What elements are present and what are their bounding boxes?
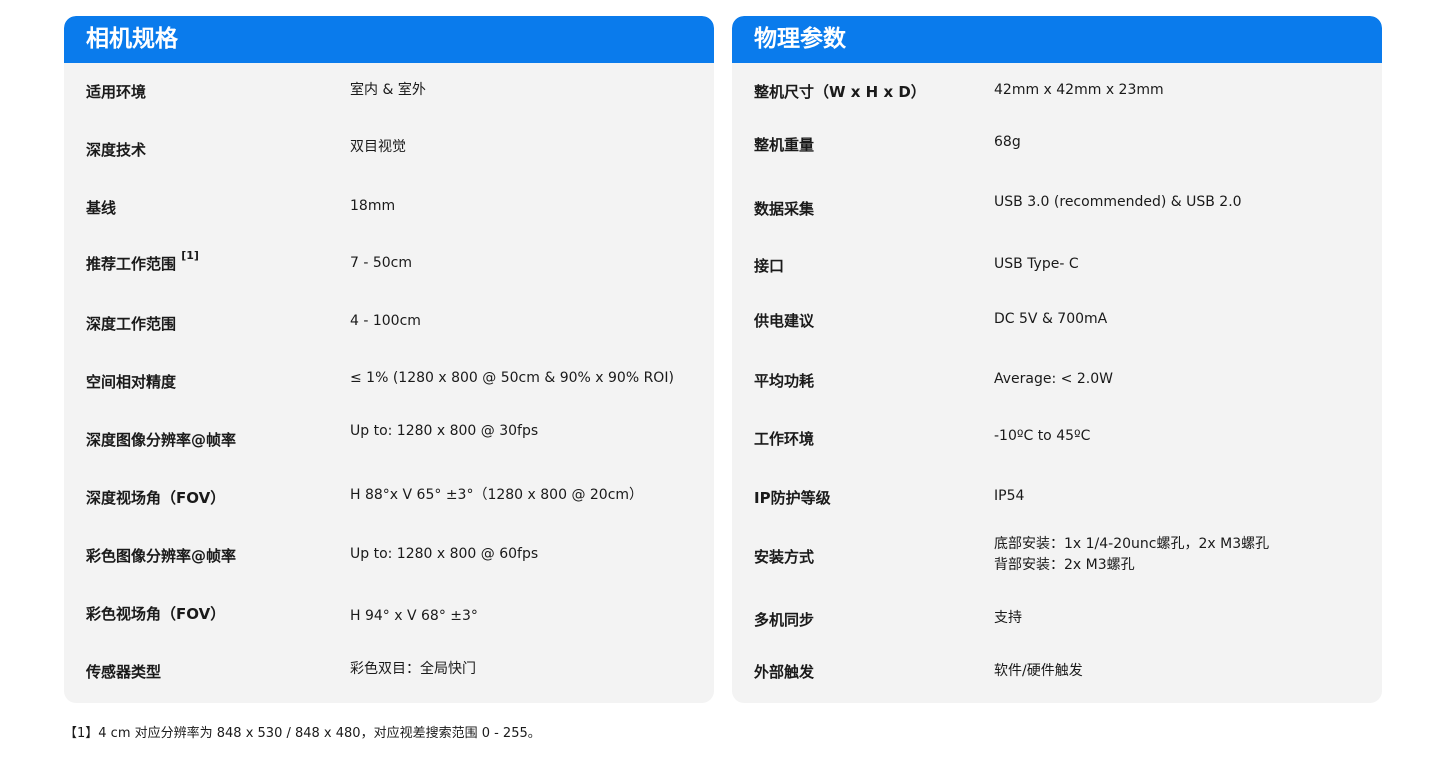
param-value: DC 5V & 700mA: [994, 311, 1108, 327]
spec-value: Up to: 1280 x 800 @ 60fps: [350, 546, 539, 562]
spec-value: 室内 & 室外: [350, 82, 426, 98]
param-value: 支持: [994, 610, 1022, 626]
param-label: IP防护等级: [754, 489, 831, 507]
spec-value: Up to: 1280 x 800 @ 30fps: [350, 423, 539, 439]
param-label: 多机同步: [754, 611, 815, 629]
param-value: IP54: [994, 488, 1025, 504]
spec-label: 彩色视场角（FOV）: [86, 605, 226, 623]
param-label: 供电建议: [754, 312, 815, 330]
spec-label-text: 推荐工作范围: [86, 255, 177, 273]
param-value-line2: 背部安装：2x M3螺孔: [994, 557, 1135, 573]
spec-value: ≤ 1% (1280 x 800 @ 50cm & 90% x 90% ROI): [350, 370, 674, 386]
param-label: 数据采集: [754, 200, 815, 218]
spec-value: 7 - 50cm: [350, 255, 413, 271]
camera-specs-title: 相机规格: [64, 16, 714, 63]
param-value: USB Type- C: [994, 256, 1079, 272]
param-value: -10ºC to 45ºC: [994, 428, 1091, 444]
spec-value: H 88°x V 65° ±3°（1280 x 800 @ 20cm）: [350, 487, 644, 503]
param-value: Average: < 2.0W: [994, 371, 1113, 387]
footnote-ref: [1]: [181, 249, 199, 262]
spec-value: 彩色双目：全局快门: [350, 661, 476, 677]
spec-value: 双目视觉: [350, 139, 406, 155]
param-value: 底部安装：1x 1/4-20unc螺孔，2x M3螺孔: [994, 536, 1270, 552]
spec-label: 适用环境: [86, 83, 147, 101]
spec-label: 推荐工作范围 [1]: [86, 249, 199, 274]
param-value: 42mm x 42mm x 23mm: [994, 82, 1164, 98]
camera-specs-panel: 相机规格 适用环境 室内 & 室外 深度技术 双目视觉 基线 18mm 推荐工作…: [64, 16, 714, 703]
param-label: 整机重量: [754, 136, 815, 154]
spec-value: 4 - 100cm: [350, 313, 421, 329]
physical-params-title: 物理参数: [732, 16, 1382, 63]
param-label: 平均功耗: [754, 372, 815, 390]
physical-params-panel: 物理参数 整机尺寸（W x H x D） 42mm x 42mm x 23mm …: [732, 16, 1382, 703]
param-value: 软件/硬件触发: [994, 663, 1083, 679]
spec-label: 传感器类型: [86, 663, 162, 681]
spec-label: 深度工作范围: [86, 315, 177, 333]
spec-label: 基线: [86, 199, 117, 217]
param-label: 外部触发: [754, 663, 815, 681]
param-label: 接口: [754, 257, 785, 275]
param-label: 整机尺寸（W x H x D）: [754, 83, 926, 101]
spec-label: 深度图像分辨率@帧率: [86, 431, 237, 449]
spec-label: 深度视场角（FOV）: [86, 489, 226, 507]
param-label: 安装方式: [754, 548, 815, 566]
spec-value: H 94° x V 68° ±3°: [350, 608, 478, 624]
spec-label: 空间相对精度: [86, 373, 177, 391]
param-label: 工作环境: [754, 430, 815, 448]
spec-label: 彩色图像分辨率@帧率: [86, 547, 237, 565]
spec-label: 深度技术: [86, 141, 147, 159]
footnote: 【1】4 cm 对应分辨率为 848 x 530 / 848 x 480，对应视…: [64, 726, 541, 741]
param-value: 68g: [994, 134, 1021, 150]
param-value: USB 3.0 (recommended) & USB 2.0: [994, 194, 1242, 210]
spec-value: 18mm: [350, 198, 396, 214]
